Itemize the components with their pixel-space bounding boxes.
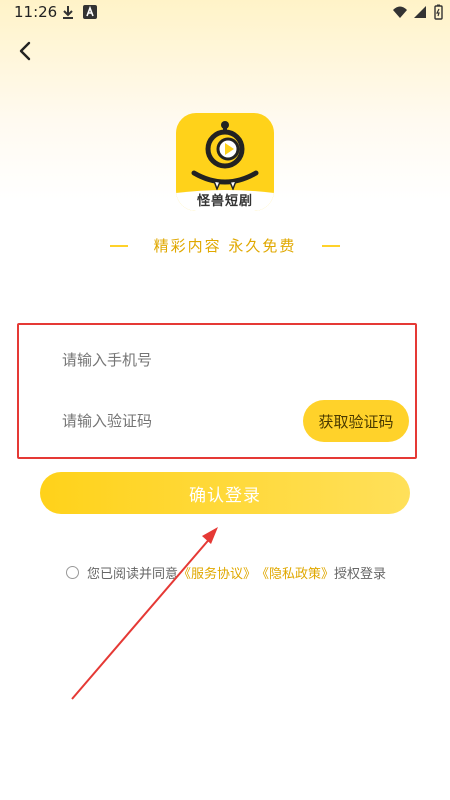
- annotation-arrow: [71, 527, 218, 700]
